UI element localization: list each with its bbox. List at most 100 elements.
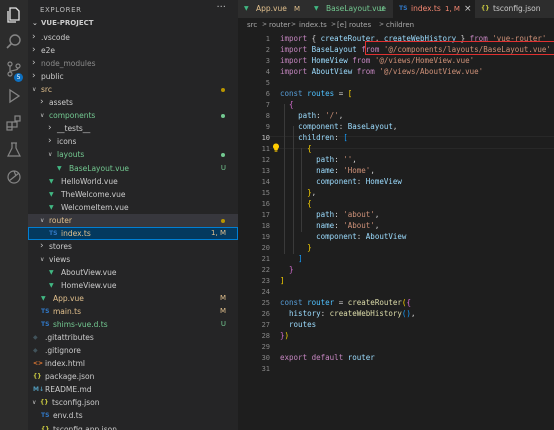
editor-tab[interactable]: TS index.ts 1, M × xyxy=(393,0,476,18)
editor-tab[interactable]: {} tsconfig.json xyxy=(475,0,554,18)
file-item[interactable]: TS index.ts 1, M xyxy=(28,226,238,240)
folder-item[interactable]: ∨ layouts xyxy=(28,148,238,161)
code-token: , xyxy=(311,188,317,197)
file-item[interactable]: ▼ HomeView.vue xyxy=(28,279,238,292)
code-line[interactable]: ] xyxy=(280,254,303,263)
code-line[interactable]: children: [ xyxy=(280,133,348,142)
tab-label: BaseLayout.vue xyxy=(326,4,386,13)
tree-item-label: HelloWorld.vue xyxy=(61,176,118,186)
code-line[interactable]: { xyxy=(280,100,294,109)
file-item[interactable]: ▼ BaseLayout.vue U xyxy=(28,162,238,175)
folder-item[interactable]: ∨ src xyxy=(28,83,238,96)
folder-item[interactable]: › .vscode xyxy=(28,31,238,44)
file-item[interactable]: {} tsconfig.app.json xyxy=(28,423,238,430)
folder-item[interactable]: ∨ router xyxy=(28,213,238,227)
folder-item[interactable]: › icons xyxy=(28,135,238,148)
code-line[interactable]: routes xyxy=(280,320,316,329)
remote-explorer-icon[interactable] xyxy=(5,168,23,186)
tree-item-label: assets xyxy=(49,98,73,108)
file-item[interactable]: ▼ App.vue M xyxy=(28,292,238,305)
tree-item-label: layouts xyxy=(57,150,85,160)
code-token: name xyxy=(316,166,335,175)
folder-item[interactable]: › e2e xyxy=(28,44,238,57)
code-line[interactable]: const router = createRouter({ xyxy=(280,298,411,307)
code-line[interactable]: name: 'About', xyxy=(280,221,379,230)
code-token: { xyxy=(307,144,312,153)
json-file-icon: {} xyxy=(481,5,490,12)
editor-tab[interactable]: ▼ App.vue M xyxy=(238,0,309,18)
file-item[interactable]: ∨{} tsconfig.json xyxy=(28,396,238,409)
folder-item[interactable]: ∨ components xyxy=(28,109,238,122)
tree-item-label: main.ts xyxy=(53,307,81,317)
file-item[interactable]: TS env.d.ts xyxy=(28,409,238,422)
code-line[interactable]: import HomeView from '@/views/HomeView.v… xyxy=(280,56,474,65)
code-line[interactable]: export default router xyxy=(280,353,375,362)
folder-item[interactable]: ∨ views xyxy=(28,253,238,266)
code-line[interactable]: ] xyxy=(280,276,285,285)
file-item[interactable]: ▼ AboutView.vue xyxy=(28,266,238,279)
code-line[interactable]: name: 'Home', xyxy=(280,166,375,175)
code-line[interactable]: component: HomeView xyxy=(280,177,402,186)
tree-item-label: App.vue xyxy=(53,294,84,303)
file-item[interactable]: ▼ TheWelcome.vue xyxy=(28,188,238,201)
breadcrumb-item[interactable]: children xyxy=(386,18,414,32)
breadcrumb-item[interactable]: router xyxy=(269,18,290,32)
explorer-icon[interactable] xyxy=(5,6,23,24)
code-line[interactable]: }, xyxy=(280,188,316,197)
code-token: , xyxy=(374,210,380,219)
file-item[interactable]: TS shims-vue.d.ts U xyxy=(28,318,238,331)
more-actions-button[interactable]: ··· xyxy=(216,2,226,13)
line-number: 31 xyxy=(261,365,270,373)
file-item[interactable]: <> index.html xyxy=(28,357,238,370)
project-header[interactable]: ⌄ VUE-PROJECT xyxy=(28,17,238,30)
search-icon[interactable] xyxy=(5,33,23,51)
breadcrumb: src > router > index.ts > [e] routes > children xyxy=(238,18,554,32)
folder-item[interactable]: › node_modules xyxy=(28,57,238,70)
close-icon[interactable]: × xyxy=(464,0,472,18)
file-item[interactable]: ◆ .gitignore xyxy=(28,344,238,357)
chevron-down-icon: ∨ xyxy=(40,255,45,263)
file-item[interactable]: TS main.ts M xyxy=(28,305,238,318)
chevron-right-icon: › xyxy=(32,45,36,56)
code-line[interactable]: history: createWebHistory(), xyxy=(280,309,415,318)
file-item[interactable]: ◆ .gitattributes xyxy=(28,331,238,344)
code-token: = xyxy=(338,89,348,98)
file-item[interactable]: {} package.json xyxy=(28,370,238,383)
code-editor[interactable]: 1 2 3 4 5 6 7 8 9 10 11 12 13 14 15 16 17 18 19 20 21 22 23 24 2… xyxy=(238,32,554,430)
tree-item-label: BaseLayout.vue xyxy=(69,163,129,173)
lightbulb-icon[interactable] xyxy=(272,137,280,152)
tree-item-label: icons xyxy=(57,137,77,147)
testing-icon[interactable] xyxy=(5,141,23,159)
code-token: } xyxy=(307,243,312,252)
extensions-icon[interactable] xyxy=(5,114,23,132)
folder-item[interactable]: › public xyxy=(28,70,238,83)
code-line[interactable]: component: BaseLayout, xyxy=(280,122,397,131)
folder-item[interactable]: › assets xyxy=(28,96,238,109)
json-file-icon: {} xyxy=(41,425,50,430)
file-item[interactable]: M↓ README.md xyxy=(28,383,238,396)
code-line[interactable]: import AboutView from '@/views/AboutView… xyxy=(280,67,483,76)
code-token: () xyxy=(401,309,411,318)
typescript-file-icon: TS xyxy=(399,5,408,12)
code-line[interactable]: path: '/', xyxy=(280,111,343,120)
breadcrumb-item[interactable]: src xyxy=(247,18,257,32)
folder-item[interactable]: › __tests__ xyxy=(28,122,238,135)
typescript-file-icon: TS xyxy=(41,308,50,316)
code-line[interactable]: component: AboutView xyxy=(280,232,406,241)
code-line[interactable]: const routes = [ xyxy=(280,89,352,98)
breadcrumb-item[interactable]: [e] routes xyxy=(337,18,371,32)
breadcrumb-item[interactable]: index.ts xyxy=(299,18,327,32)
file-item[interactable]: ▼ HelloWorld.vue xyxy=(28,175,238,188)
code-line[interactable]: path: 'about', xyxy=(280,210,379,219)
code-line[interactable]: } xyxy=(280,265,294,274)
run-debug-icon[interactable] xyxy=(5,87,23,105)
folder-item[interactable]: › stores xyxy=(28,240,238,253)
line-number: 1 xyxy=(265,35,270,43)
code-line[interactable]: }) xyxy=(280,331,289,340)
code-line[interactable]: path: '', xyxy=(280,155,357,164)
code-token: HomeView xyxy=(311,56,353,65)
editor-tab[interactable]: ▼ BaseLayout.vue U xyxy=(308,0,394,18)
git-status-badge: M xyxy=(219,294,226,302)
file-item[interactable]: ▼ WelcomeItem.vue xyxy=(28,201,238,214)
